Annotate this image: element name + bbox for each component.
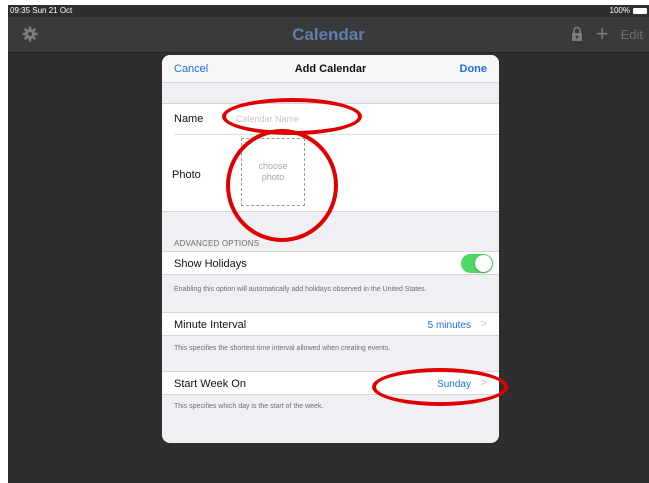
add-calendar-modal: Cancel Add Calendar Done Name Photo choo…	[162, 55, 499, 443]
toggle-knob	[475, 255, 492, 272]
modal-title: Add Calendar	[294, 63, 367, 75]
calendar-info-group: Name Photo choose photo	[162, 103, 499, 212]
modal-header: Cancel Add Calendar Done	[162, 55, 499, 83]
show-holidays-label: Show Holidays	[174, 258, 247, 270]
choose-photo-button[interactable]: choose photo	[241, 138, 305, 206]
minute-interval-value: 5 minutes	[427, 320, 471, 331]
photo-label: Photo	[172, 169, 201, 181]
page-title: Calendar	[292, 25, 365, 44]
chevron-right-icon: >	[480, 377, 487, 389]
calendar-name-input[interactable]	[236, 111, 476, 127]
choose-photo-label: choose photo	[258, 161, 288, 182]
status-time: 09:35 Sun 21 Oct	[10, 6, 73, 15]
minute-interval-footnote: This specifies the shortest time interva…	[174, 345, 391, 352]
name-label: Name	[174, 113, 204, 125]
start-week-on-label: Start Week On	[174, 378, 246, 390]
start-week-on-footnote: This specifies which day is the start of…	[174, 403, 324, 410]
ipad-screen: 09:35 Sun 21 Oct 100% Calendar + Edit Ca…	[8, 5, 649, 483]
row-divider	[174, 134, 499, 135]
start-week-on-row[interactable]: Start Week On Sunday >	[162, 371, 499, 395]
plus-icon[interactable]: +	[596, 23, 609, 45]
nav-bar: Calendar + Edit	[8, 17, 649, 53]
battery-icon	[633, 8, 647, 14]
done-button[interactable]: Done	[460, 63, 488, 75]
nav-actions: + Edit	[570, 23, 643, 45]
start-week-on-value: Sunday	[437, 379, 471, 390]
edit-button[interactable]: Edit	[621, 27, 643, 42]
battery-percent: 100%	[609, 6, 630, 15]
minute-interval-row[interactable]: Minute Interval 5 minutes >	[162, 312, 499, 336]
status-bar: 09:35 Sun 21 Oct 100%	[8, 5, 649, 17]
show-holidays-row: Show Holidays	[162, 251, 499, 275]
advanced-options-header: ADVANCED OPTIONS	[174, 239, 260, 248]
battery-indicator: 100%	[610, 5, 647, 17]
minute-interval-label: Minute Interval	[174, 319, 247, 331]
chevron-right-icon: >	[480, 318, 487, 330]
show-holidays-toggle[interactable]	[461, 254, 493, 273]
name-row: Name	[162, 104, 499, 134]
lock-icon[interactable]	[570, 26, 584, 42]
show-holidays-footnote: Enabling this option will automatically …	[174, 286, 427, 293]
